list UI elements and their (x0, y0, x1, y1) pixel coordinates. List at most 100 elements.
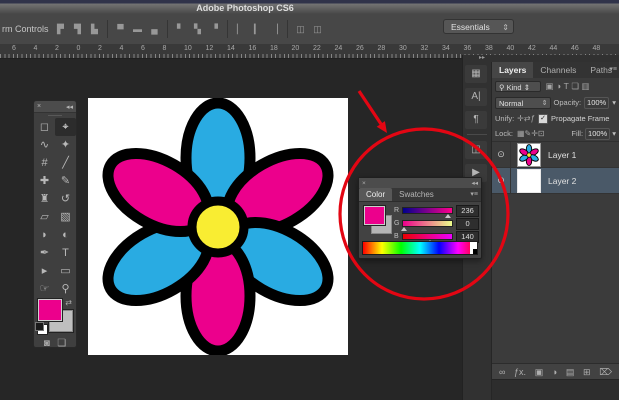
close-icon[interactable]: × (37, 103, 41, 110)
layer-row[interactable]: ⊙ Layer 2 (492, 168, 619, 194)
gradient-tool[interactable]: ▧ (55, 208, 76, 226)
layer-row[interactable]: ⊙ Layer 1 (492, 142, 619, 168)
align-icon[interactable]: ▚ (190, 22, 205, 37)
layer-style-icon[interactable]: ƒx. (514, 367, 526, 377)
lasso-tool[interactable]: ∿ (34, 136, 55, 154)
clone-source-panel-icon[interactable]: ◫ (465, 141, 487, 159)
layer-thumbnail[interactable] (517, 142, 541, 167)
tab-swatches[interactable]: Swatches (392, 188, 441, 201)
color-spectrum-ramp[interactable] (362, 241, 478, 255)
quick-mask-icon[interactable]: ◙ (44, 338, 50, 349)
foreground-color-swatch[interactable] (364, 206, 385, 225)
path-selection-tool[interactable]: ▸ (34, 262, 55, 280)
lock-icon[interactable]: ✛ (531, 129, 538, 138)
align-icon[interactable]: ◫ (293, 22, 308, 37)
hand-tool[interactable]: ☞ (34, 280, 55, 298)
panel-menu-icon[interactable]: ▾≡ (609, 65, 617, 73)
align-icon[interactable]: ▏ (233, 22, 248, 37)
document-canvas[interactable] (88, 97, 348, 357)
lock-icon[interactable]: ▦ (517, 129, 525, 138)
clone-stamp-tool[interactable]: ♜ (34, 190, 55, 208)
filter-type-icon[interactable]: ❏ (571, 81, 579, 91)
align-icon[interactable]: ◫ (310, 22, 325, 37)
blend-mode-dropdown[interactable]: Normal ⇕ (495, 96, 551, 109)
propagate-frame-checkbox[interactable]: ✓ (538, 113, 549, 124)
eraser-tool[interactable]: ▱ (34, 208, 55, 226)
layer-mask-icon[interactable]: ▣ (535, 367, 544, 378)
dodge-tool[interactable]: ◐ (55, 226, 76, 244)
workspace-switcher[interactable]: Essentials ⇕ (443, 19, 514, 34)
unify-icon[interactable]: ƒ (531, 114, 535, 123)
dock-collapse-icon[interactable]: ▸▸ (479, 54, 485, 61)
visibility-eye-icon[interactable]: ⊙ (492, 142, 511, 167)
g-channel-value[interactable]: 0 (456, 217, 479, 230)
delete-layer-icon[interactable]: ⌦ (599, 367, 612, 378)
crop-tool[interactable]: # (34, 154, 55, 172)
align-icon[interactable]: ▜ (70, 22, 85, 37)
type-tool[interactable]: T (55, 244, 76, 262)
slider-thumb[interactable] (401, 227, 408, 231)
tab-layers[interactable]: Layers (492, 62, 534, 78)
default-colors-icon[interactable] (35, 322, 48, 335)
align-icon[interactable]: ▝ (207, 22, 222, 37)
character-panel-icon[interactable]: A| (465, 88, 487, 106)
black-swatch[interactable] (473, 248, 477, 254)
lock-icon[interactable]: ⊡ (538, 129, 545, 138)
move-tool[interactable]: ⌖ (55, 118, 76, 136)
visibility-eye-icon[interactable]: ⊙ (492, 168, 511, 193)
collapse-icon[interactable]: ◂◂ (471, 179, 478, 187)
zoom-tool[interactable]: ⚲ (55, 280, 76, 298)
tab-color[interactable]: Color (359, 188, 393, 201)
paragraph-panel-icon[interactable]: ¶ (465, 111, 487, 129)
layer-group-icon[interactable]: ▤ (566, 367, 575, 378)
align-icon[interactable]: ▙ (87, 22, 102, 37)
align-icon[interactable]: ▀ (113, 22, 128, 37)
chevron-down-icon[interactable]: ▾ (612, 98, 616, 107)
r-channel-slider[interactable] (401, 207, 454, 218)
eyedropper-tool[interactable]: ╱ (55, 154, 76, 172)
unify-icon[interactable]: ⇄ (524, 114, 531, 123)
magic-wand-tool[interactable]: ✦ (55, 136, 76, 154)
b-channel-label: B (394, 233, 399, 240)
swatches-panel-icon[interactable]: ▦ (465, 65, 487, 83)
g-channel-slider[interactable] (401, 220, 454, 231)
history-brush-tool[interactable]: ↺ (55, 190, 76, 208)
tab-channels[interactable]: Channels (533, 62, 583, 78)
screen-mode-icon[interactable]: ❏ (57, 338, 66, 349)
shape-tool[interactable]: ▭ (55, 262, 76, 280)
filter-type-icon[interactable]: ◑ (556, 81, 561, 91)
filter-type-icon[interactable]: T (564, 81, 569, 91)
adjustment-layer-icon[interactable]: ◑ (552, 367, 557, 377)
foreground-color-swatch[interactable] (38, 299, 62, 321)
align-icon[interactable]: ▘ (173, 22, 188, 37)
align-icon[interactable]: ▄ (147, 22, 162, 37)
chevron-down-icon[interactable]: ▾ (612, 129, 616, 138)
filter-type-icon[interactable]: ▥ (582, 81, 590, 91)
panel-menu-icon[interactable]: ▾≡ (470, 190, 478, 198)
b-channel-slider[interactable] (401, 233, 454, 244)
collapse-icon[interactable]: ◂◂ (66, 103, 73, 111)
filter-type-icon[interactable]: ▣ (546, 81, 554, 91)
link-layers-icon[interactable]: ∞ (499, 367, 505, 377)
filter-kind-dropdown[interactable]: ⚲ Kind ⇕ (495, 80, 541, 92)
slider-thumb[interactable] (445, 214, 452, 218)
pen-tool[interactable]: ✒ (34, 244, 55, 262)
new-layer-icon[interactable]: ⊞ (583, 367, 591, 378)
brush-tool[interactable]: ✎ (55, 172, 76, 190)
unify-icon[interactable]: ✛ (517, 114, 524, 123)
close-icon[interactable]: × (362, 180, 366, 187)
align-icon[interactable]: ▕ (267, 22, 282, 37)
ruler-label: 38 (485, 45, 493, 52)
color-panel: × ◂◂ ▾≡ Color Swatches R 236 G 0 B 140 (358, 177, 482, 259)
r-channel-value[interactable]: 236 (456, 204, 479, 217)
rectangular-marquee-tool[interactable]: ◻ (34, 118, 55, 136)
align-icon[interactable]: ▛ (53, 22, 68, 37)
fill-value[interactable]: 100% (585, 127, 611, 140)
align-icon[interactable]: ▬ (130, 22, 145, 37)
swap-colors-icon[interactable]: ⇄ (65, 298, 72, 307)
blur-tool[interactable]: ◗ (34, 226, 55, 244)
opacity-value[interactable]: 100% (584, 96, 610, 109)
layer-thumbnail[interactable] (517, 168, 541, 193)
align-icon[interactable]: ▎ (250, 22, 265, 37)
healing-brush-tool[interactable]: ✚ (34, 172, 55, 190)
